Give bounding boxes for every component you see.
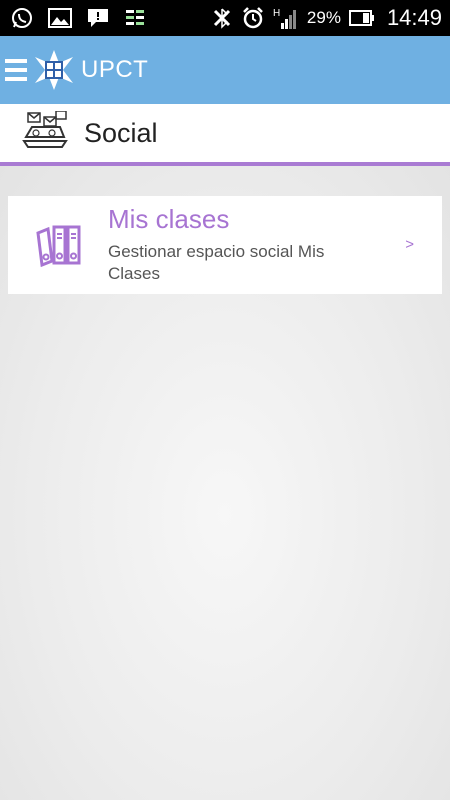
status-bar: H 29% 14:49 xyxy=(0,0,450,36)
laptop-social-icon xyxy=(22,110,68,155)
bluetooth-icon xyxy=(211,7,233,29)
app-title: UPCT xyxy=(81,56,149,83)
clock: 14:49 xyxy=(386,5,442,30)
svg-text:H: H xyxy=(273,8,280,19)
chat-icon xyxy=(86,7,110,29)
content-area: Mis clases Gestionar espacio social Mis … xyxy=(0,166,450,800)
upct-logo-icon[interactable] xyxy=(33,49,75,91)
alarm-icon xyxy=(241,6,265,30)
battery-percent: 29% xyxy=(306,8,341,27)
section-header: Social xyxy=(0,104,450,166)
list-item-mis-clases[interactable]: Mis clases Gestionar espacio social Mis … xyxy=(8,196,442,294)
list-item-text: Mis clases Gestionar espacio social Mis … xyxy=(108,203,378,285)
signal-icon: H xyxy=(273,6,299,30)
binders-icon xyxy=(34,223,90,268)
section-title: Social xyxy=(84,117,158,148)
list-item-title: Mis clases xyxy=(108,203,230,234)
whatsapp-icon xyxy=(10,6,34,30)
gallery-icon xyxy=(48,7,72,29)
list-item-subtitle: Gestionar espacio social Mis Clases xyxy=(108,241,325,283)
hamburger-menu-icon[interactable] xyxy=(5,55,33,85)
action-bar: UPCT xyxy=(0,36,450,104)
chevron-right-icon: > xyxy=(405,236,414,253)
battery-icon xyxy=(348,9,375,27)
data-icon xyxy=(124,7,146,29)
